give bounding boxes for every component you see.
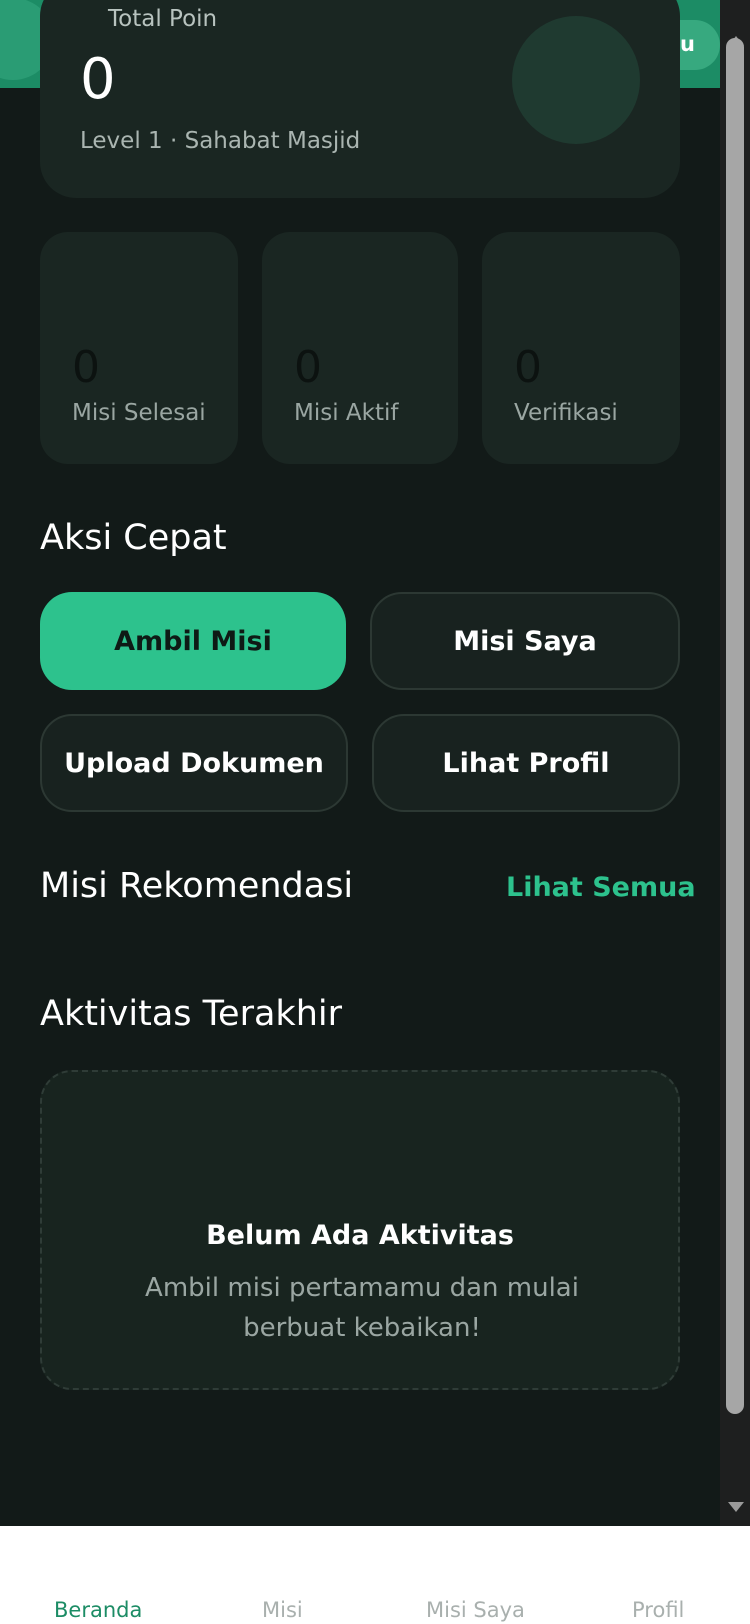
main-scroll-area[interactable]: u Total Poin 0 Level 1 · Sahabat Masjid … [0,0,720,1526]
points-decor-circle [512,16,640,144]
stat-card-verification: 0 Verifikasi [482,232,680,464]
points-value: 0 [80,47,116,112]
scroll-thumb[interactable] [726,38,744,1414]
stat-label: Verifikasi [514,400,618,426]
points-card: Total Poin 0 Level 1 · Sahabat Masjid [40,0,680,198]
bottom-nav: Beranda Misi Misi Saya Profil [0,1526,750,1624]
nav-item-profile[interactable]: Profil [632,1598,684,1622]
stat-label: Misi Selesai [72,400,206,426]
stat-value: 0 [514,342,542,393]
empty-activity-description: Ambil misi pertamamu dan mulai berbuat k… [145,1273,579,1343]
scroll-down-arrow-icon[interactable] [728,1502,744,1512]
vertical-scrollbar[interactable] [720,0,750,1526]
see-all-link[interactable]: Lihat Semua [506,872,696,903]
my-missions-button[interactable]: Misi Saya [370,592,680,690]
take-mission-button[interactable]: Ambil Misi [40,592,346,690]
quick-actions-title: Aksi Cepat [40,518,227,558]
nav-item-missions[interactable]: Misi [262,1598,303,1622]
empty-activity-title: Belum Ada Aktivitas [206,1220,514,1251]
recommended-title: Misi Rekomendasi [40,866,354,906]
upload-document-button[interactable]: Upload Dokumen [40,714,348,812]
nav-item-home[interactable]: Beranda [54,1598,142,1622]
points-label: Total Poin [108,6,218,32]
points-level: Level 1 · Sahabat Masjid [80,128,361,154]
stat-card-completed: 0 Misi Selesai [40,232,238,464]
stat-value: 0 [72,342,100,393]
empty-activity-card: Belum Ada Aktivitas Ambil misi pertamamu… [40,1070,680,1390]
stat-value: 0 [294,342,322,393]
header-action-label: u [680,32,695,56]
stat-label: Misi Aktif [294,400,399,426]
view-profile-button[interactable]: Lihat Profil [372,714,680,812]
nav-item-my-missions[interactable]: Misi Saya [426,1598,525,1622]
activity-title: Aktivitas Terakhir [40,994,342,1034]
stat-card-active: 0 Misi Aktif [262,232,458,464]
